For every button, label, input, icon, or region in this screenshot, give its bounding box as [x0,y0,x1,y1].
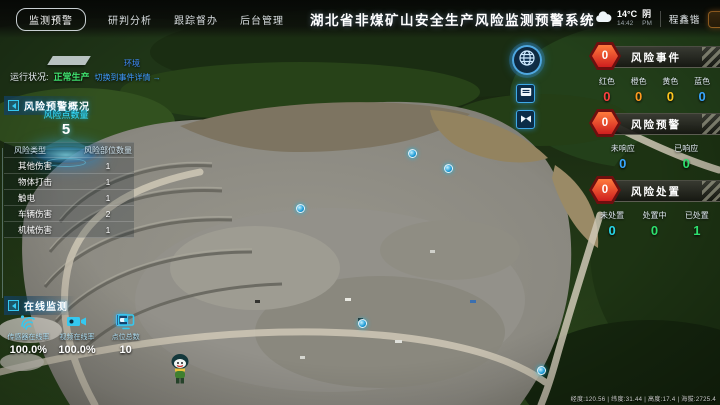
map-environment-label[interactable]: 环境 [124,58,140,69]
monitor-icon [117,310,135,330]
main-nav: 监测预警 研判分析 跟踪督办 后台管理 [16,8,284,31]
table-row: 车辆伤害 2 [4,206,134,222]
stat-sensor-online: 传感器在线率 100.0% [4,310,53,356]
stat-disposing: 处置中 0 [642,210,666,238]
risk-event-header[interactable]: 风险事件 [609,46,720,68]
stat-responded: 已响应 0 [674,143,698,171]
mascot-avatar[interactable] [168,352,192,391]
system-title: 湖北省非煤矿山安全生产风险监测预警系统 [310,9,595,29]
map-marker[interactable] [537,366,546,375]
switch-detail-link[interactable]: 切换到事件详情 → [95,72,161,83]
weather-condition: 阴 [642,10,652,20]
map-marker[interactable] [358,319,367,328]
stat-unresponded: 未响应 0 [611,143,635,171]
tab-monitor-warning[interactable]: 监测预警 [16,8,86,31]
tab-admin[interactable]: 后台管理 [240,12,284,27]
section-arrow-icon [8,100,19,111]
tab-analysis[interactable]: 研判分析 [108,12,152,27]
map-control-video[interactable] [516,110,535,129]
table-row: 机械伤害 1 [4,222,134,238]
clock-time: 14:42 [617,20,637,27]
top-bar: 监测预警 研判分析 跟踪督办 后台管理 湖北省非煤矿山安全生产风险监测预警系统 … [0,0,720,38]
video-icon [520,111,532,129]
col-risk-count: 风险部位数量 [82,145,134,156]
beacon-label: 风险点数量 [24,108,108,121]
table-row: 其他伤害 1 [4,158,134,174]
risk-type-table: 风险类型 风险部位数量 其他伤害 1 物体打击 1 触电 1 车辆伤害 2 机械… [4,142,134,238]
risk-warning-panel: 0 风险预警 未响应 0 已响应 0 [589,113,720,171]
map-marker[interactable] [296,204,305,213]
table-row: 物体打击 1 [4,174,134,190]
globe-icon [518,49,536,72]
table-row: 触电 1 [4,190,134,206]
run-status-label: 运行状况: [10,70,49,83]
username[interactable]: 程鑫锴 [669,12,701,26]
meridiem: PM [642,20,652,27]
risk-disposal-header[interactable]: 风险处置 [609,180,720,202]
online-monitor-stats: 传感器在线率 100.0% 视频在线率 100.0% 点位总数 10 [4,310,150,356]
temperature: 14°C [617,10,637,20]
stat-video-online: 视频在线率 100.0% [53,310,102,356]
col-risk-type: 风险类型 [4,145,82,156]
map-control-monitor[interactable] [516,84,535,103]
hazard-stripes [702,47,720,67]
risk-event-panel: 0 风险事件 红色 0 橙色 0 黄色 0 [589,46,720,104]
risk-disposal-panel: 0 风险处置 未处置 0 处置中 0 已处置 1 [589,180,720,238]
mine-risk-dashboard: 环境 监测预警 研判分析 跟踪督办 后台管理 湖北省非煤矿山安全生产风险监测预警… [0,0,720,405]
map-control-globe[interactable] [512,45,542,75]
beacon-value: 5 [24,121,108,138]
panel-edge-line [2,148,3,298]
stat-point-total: 点位总数 10 [101,310,150,356]
map-marker[interactable] [444,164,453,173]
table-header-row: 风险类型 风险部位数量 [4,142,134,158]
stat-yellow: 黄色 0 [662,76,678,104]
camera-icon [66,310,88,330]
weather-widget: 14°C 14:42 阴 PM [595,10,652,28]
run-status-value: 正常生产 [54,70,90,83]
run-status-bar: 运行状况: 正常生产 切换到事件详情 → [10,70,161,83]
right-panel-stack: 0 风险事件 红色 0 橙色 0 黄色 0 [589,46,720,247]
logout-button[interactable] [708,11,720,28]
cloud-icon [595,10,612,28]
stat-blue: 蓝色 0 [694,76,710,104]
stat-orange: 橙色 0 [631,76,647,104]
risk-warning-header[interactable]: 风险预警 [609,113,720,135]
hazard-stripes [702,114,720,134]
hazard-stripes [702,181,720,201]
stat-undisposed: 未处置 0 [600,210,624,238]
divider [660,11,661,27]
screen-icon [520,85,532,103]
map-coordinates: 经度:120.56 | 纬度:31.44 | 高度:17.4 | 海拔:2725… [571,394,716,403]
stat-red: 红色 0 [599,76,615,104]
sensor-icon [18,310,38,330]
building-roof [47,56,91,65]
tab-tracking[interactable]: 跟踪督办 [174,12,218,27]
map-marker[interactable] [408,149,417,158]
stat-disposed: 已处置 1 [685,210,709,238]
